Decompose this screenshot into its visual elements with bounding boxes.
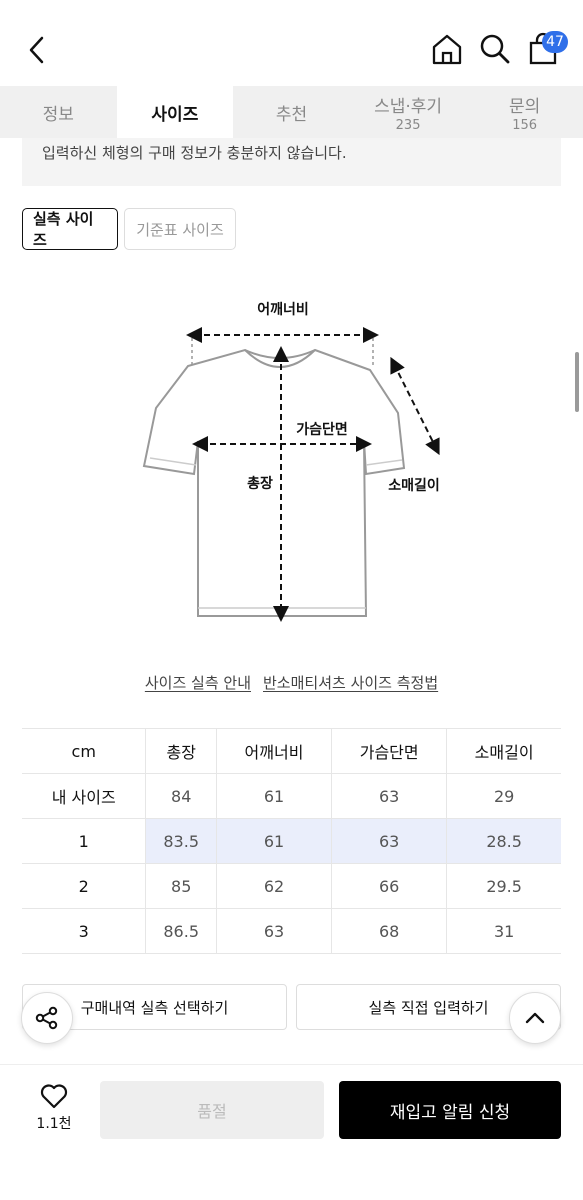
like-count: 1.1천: [36, 1116, 72, 1132]
actual-size-toggle[interactable]: 실측 사이즈: [22, 208, 118, 250]
table-cell: 61: [216, 818, 333, 864]
chest-width-label: 가슴단면: [296, 421, 348, 438]
table-cell: 29: [446, 773, 561, 819]
row-header: 내 사이즈: [22, 773, 147, 819]
tab-label: 스냅·후기: [374, 96, 443, 117]
tab-label: 문의: [509, 96, 541, 117]
tab-info[interactable]: 정보: [0, 86, 117, 138]
column-header: 어깨너비: [216, 728, 333, 774]
tab-size[interactable]: 사이즈: [116, 86, 234, 138]
cart-count-badge: 47: [542, 31, 568, 53]
table-row[interactable]: 3 86.5 63 68 31: [22, 908, 561, 954]
home-button[interactable]: [430, 32, 464, 66]
table-cell: 83.5: [145, 818, 217, 864]
tab-count: 156: [512, 117, 538, 133]
home-icon: [432, 34, 462, 65]
tab-label: 사이즈: [151, 104, 199, 125]
scrollbar-thumb[interactable]: [575, 352, 579, 412]
table-cell: 84: [145, 773, 217, 819]
chevron-up-icon: [525, 1012, 545, 1024]
chevron-left-icon: [29, 36, 44, 64]
restock-alert-button[interactable]: 재입고 알림 신청: [339, 1081, 561, 1139]
table-cell: 61: [216, 773, 333, 819]
tab-inquiry[interactable]: 문의 156: [466, 86, 583, 138]
share-icon: [35, 1006, 58, 1030]
back-button[interactable]: [22, 34, 54, 66]
table-cell: 63: [331, 818, 448, 864]
scroll-top-button[interactable]: [509, 992, 561, 1044]
shoulder-width-label: 어깨너비: [257, 301, 309, 318]
table-header-row: cm 총장 어깨너비 가슴단면 소매길이: [22, 728, 561, 774]
table-cell: 85: [145, 863, 217, 909]
tab-label: 추천: [275, 104, 308, 125]
section-tabs: 정보 사이즈 추천 스냅·후기 235 문의 156: [0, 86, 583, 138]
table-row: 내 사이즈 84 61 63 29: [22, 773, 561, 819]
tshirt-outline: [142, 348, 406, 617]
table-cell: 62: [216, 863, 333, 909]
top-bar: 47: [0, 0, 583, 86]
size-table: cm 총장 어깨너비 가슴단면 소매길이 내 사이즈 84 61 63 29 1…: [22, 728, 561, 954]
size-guide-links: 사이즈 실측 안내 반소매티셔츠 사이즈 측정법: [0, 672, 583, 693]
soldout-button: 품절: [100, 1081, 324, 1139]
row-header: 1: [22, 818, 147, 864]
share-button[interactable]: [21, 992, 73, 1044]
row-header: 2: [22, 863, 147, 909]
table-cell: 66: [331, 863, 448, 909]
tab-snap-review[interactable]: 스냅·후기 235: [350, 86, 467, 138]
standard-size-toggle[interactable]: 기준표 사이즈: [124, 208, 236, 250]
heart-icon: [40, 1084, 68, 1109]
tab-recommend[interactable]: 추천: [233, 86, 350, 138]
table-cell: 63: [331, 773, 448, 819]
table-row[interactable]: 2 85 62 66 29.5: [22, 863, 561, 909]
tab-label: 정보: [42, 104, 74, 125]
table-cell: 86.5: [145, 908, 217, 954]
column-header: 총장: [145, 728, 217, 774]
search-icon: [480, 34, 510, 64]
table-cell: 29.5: [446, 863, 561, 909]
total-length-label: 총장: [247, 475, 273, 492]
table-cell: 28.5: [446, 818, 561, 864]
table-cell: 68: [331, 908, 448, 954]
body-info-notice: 입력하신 체형의 구매 정보가 충분하지 않습니다.: [22, 138, 561, 186]
search-button[interactable]: [478, 32, 512, 66]
row-header: 3: [22, 908, 147, 954]
table-row-selected[interactable]: 1 83.5 61 63 28.5: [22, 818, 561, 864]
column-header: 가슴단면: [331, 728, 448, 774]
like-button[interactable]: 1.1천: [26, 1083, 82, 1143]
column-header: 소매길이: [446, 728, 561, 774]
column-header: cm: [22, 728, 147, 774]
tshirt-measurement-diagram: 어깨너비 가슴단면 총장 소매길이: [130, 288, 460, 628]
tshirt-measure-method-link[interactable]: 반소매티셔츠 사이즈 측정법: [263, 672, 438, 693]
tab-count: 235: [395, 117, 421, 133]
tshirt-diagram-svg: 어깨너비 가슴단면 총장 소매길이: [142, 301, 440, 622]
table-cell: 63: [216, 908, 333, 954]
sleeve-length-label: 소매길이: [388, 477, 440, 494]
bottom-purchase-bar: 1.1천 품절 재입고 알림 신청: [0, 1064, 583, 1200]
size-measure-guide-link[interactable]: 사이즈 실측 안내: [145, 672, 251, 693]
table-cell: 31: [446, 908, 561, 954]
